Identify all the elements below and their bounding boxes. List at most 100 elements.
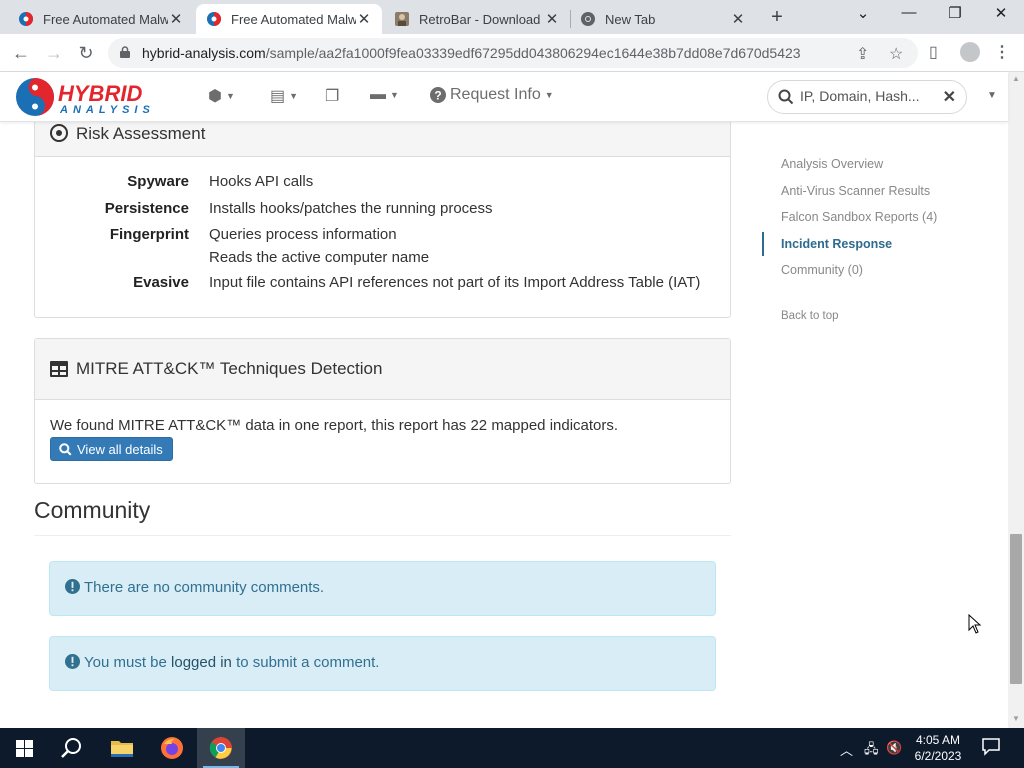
copy-documents-icon: ❐ <box>325 88 340 105</box>
page-content: Risk Assessment Spyware Hooks API calls … <box>0 122 1008 728</box>
browser-tab[interactable]: RetroBar - Download ✕ <box>384 4 570 34</box>
taskbar-chrome[interactable] <box>197 728 245 768</box>
toc-item-anti-virus[interactable]: Anti-Virus Scanner Results <box>762 184 930 198</box>
view-all-details-button[interactable]: View all details <box>50 437 173 461</box>
chrome-icon <box>209 737 232 759</box>
windows-taskbar: ︿ 🖧 🔇 4:05 AM 6/2/2023 <box>0 728 1024 768</box>
page-scrollbar[interactable]: ▲ ▼ <box>1008 72 1024 728</box>
url-text: hybrid-analysis.com/sample/aa2fa1000f9fe… <box>142 45 801 61</box>
close-tab-icon[interactable]: ✕ <box>544 10 560 28</box>
search-icon <box>61 738 81 758</box>
restore-icon[interactable]: ❐ <box>943 4 967 22</box>
nav-request-info-dropdown[interactable]: ? Request Info ▼ <box>430 86 554 104</box>
bookmark-star-icon[interactable]: ☆ <box>889 44 903 64</box>
nav-folder-dropdown[interactable]: ▬ ▼ <box>370 86 399 104</box>
community-heading: Community <box>34 497 151 523</box>
login-suffix: to submit a comment. <box>231 654 380 671</box>
back-to-top-link[interactable]: Back to top <box>762 310 839 322</box>
close-tab-icon[interactable]: ✕ <box>356 10 372 28</box>
search-input[interactable] <box>800 88 940 104</box>
nav-upload-dropdown[interactable]: ▤ ▼ <box>270 86 298 106</box>
new-tab-icon[interactable]: + <box>766 6 788 29</box>
site-search-box: ✕ <box>767 80 967 114</box>
risk-value: Hooks API calls <box>209 173 314 190</box>
no-comments-alert: There are no community comments. <box>49 561 716 616</box>
mitre-summary-text: We found MITRE ATT&CK™ data in one repor… <box>50 417 619 434</box>
taskbar-firefox[interactable] <box>148 728 196 768</box>
panel-title: Risk Assessment <box>76 124 206 143</box>
firefox-icon <box>161 737 183 759</box>
close-tab-icon[interactable]: ✕ <box>730 10 746 28</box>
notification-center-icon[interactable] <box>982 738 1000 756</box>
address-bar[interactable]: hybrid-analysis.com/sample/aa2fa1000f9fe… <box>108 38 918 68</box>
tab-title: New Tab <box>605 11 656 27</box>
browser-tab-active[interactable]: Free Automated Malwa ✕ <box>196 4 382 34</box>
table-icon <box>50 361 68 377</box>
browser-tab-strip: Free Automated Malwa ✕ Free Automated Ma… <box>0 0 1024 34</box>
windows-logo-icon <box>15 739 33 757</box>
svg-text:HYBRID: HYBRID <box>58 81 142 106</box>
panel-heading: MITRE ATT&CK™ Techniques Detection <box>35 339 730 400</box>
taskbar-clock[interactable]: 4:05 AM 6/2/2023 <box>910 732 966 764</box>
risk-value: Input file contains API references not p… <box>209 274 701 291</box>
taskbar-search-button[interactable] <box>48 728 96 768</box>
lock-icon <box>120 46 130 58</box>
tray-chevron-up-icon[interactable]: ︿ <box>840 740 853 759</box>
question-circle-icon: ? <box>430 87 446 103</box>
scrollbar-thumb[interactable] <box>1010 534 1022 684</box>
network-icon[interactable]: 🖧 <box>864 740 879 762</box>
logged-in-link[interactable]: logged in <box>171 654 232 671</box>
hybrid-analysis-favicon <box>19 12 33 26</box>
browser-toolbar: ← → ↻ hybrid-analysis.com/sample/aa2fa10… <box>0 34 1024 72</box>
taskbar-file-explorer[interactable] <box>98 728 146 768</box>
start-button[interactable] <box>0 728 48 768</box>
toc-item-falcon-sandbox[interactable]: Falcon Sandbox Reports (4) <box>762 210 937 224</box>
browser-tab[interactable]: Free Automated Malwa ✕ <box>8 4 194 34</box>
tab-title: RetroBar - Download <box>419 11 541 27</box>
back-arrow-icon[interactable]: ← <box>9 41 33 65</box>
clock-date: 6/2/2023 <box>914 749 962 763</box>
close-window-icon[interactable]: ✕ <box>989 4 1013 22</box>
forward-arrow-icon[interactable]: → <box>42 41 66 65</box>
caret-down-icon: ▼ <box>544 90 554 100</box>
minimize-icon[interactable]: — <box>897 4 921 21</box>
profile-avatar-icon[interactable] <box>960 42 980 62</box>
toc-item-incident-response[interactable]: Incident Response <box>762 232 892 256</box>
risk-label-fingerprint: Fingerprint <box>109 226 189 243</box>
tab-search-chevron-icon[interactable]: ⌄ <box>851 4 875 22</box>
alert-text: There are no community comments. <box>84 579 325 596</box>
risk-value: Queries process information <box>209 226 397 243</box>
nav-reports-button[interactable]: ❐ <box>325 86 339 106</box>
reload-icon[interactable]: ↻ <box>74 41 98 65</box>
exclamation-circle-icon <box>65 579 80 594</box>
menu-kebab-icon[interactable]: ⋮ <box>994 42 1010 62</box>
volume-muted-icon[interactable]: 🔇 <box>886 740 902 756</box>
browser-tab[interactable]: New Tab ✕ <box>570 4 756 34</box>
search-icon <box>59 442 72 455</box>
retrobar-favicon <box>395 12 409 26</box>
scroll-down-arrow-icon[interactable]: ▼ <box>1008 714 1024 723</box>
close-tab-icon[interactable]: ✕ <box>168 10 184 28</box>
scroll-up-arrow-icon[interactable]: ▲ <box>1008 74 1024 83</box>
chrome-favicon <box>581 12 595 26</box>
panel-heading: Risk Assessment <box>35 122 730 157</box>
clock-time: 4:05 AM <box>915 733 961 747</box>
mitre-attack-panel: MITRE ATT&CK™ Techniques Detection We fo… <box>34 338 731 484</box>
mouse-pointer-icon <box>968 614 982 634</box>
url-path: /sample/aa2fa1000f9fea03339edf67295dd043… <box>265 45 801 61</box>
toc-item-analysis-overview[interactable]: Analysis Overview <box>762 157 883 171</box>
alert-text: You must be logged in to submit a commen… <box>84 654 379 671</box>
hybrid-analysis-logo[interactable]: HYBRID ANALYSIS <box>14 76 182 118</box>
account-caret-down-icon[interactable]: ▼ <box>987 90 997 101</box>
divider <box>34 535 731 536</box>
share-icon[interactable]: ⇪ <box>856 44 869 64</box>
caret-down-icon: ▼ <box>225 91 235 101</box>
risk-value: Installs hooks/patches the running proce… <box>209 200 493 217</box>
risk-label-evasive: Evasive <box>133 274 189 291</box>
exclamation-circle-icon <box>65 654 80 669</box>
nav-sandbox-dropdown[interactable]: ⬢ ▼ <box>208 86 235 106</box>
toc-item-community[interactable]: Community (0) <box>762 263 863 277</box>
clear-search-icon[interactable]: ✕ <box>943 87 956 107</box>
file-upload-icon: ▤ <box>270 88 286 105</box>
side-panel-icon[interactable]: ▯ <box>929 42 938 62</box>
